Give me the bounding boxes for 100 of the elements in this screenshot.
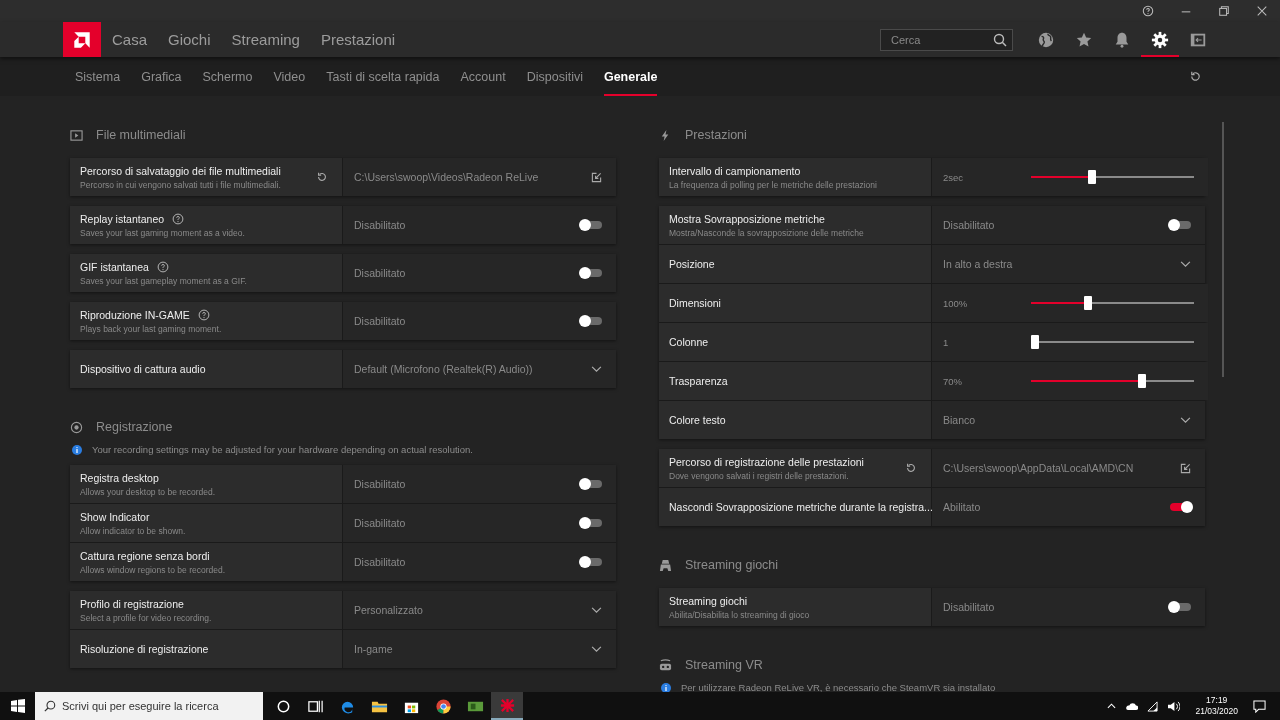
toggle-state: Disabilitato xyxy=(354,556,407,568)
tab[interactable]: Schermo xyxy=(202,57,253,96)
logo-icon[interactable] xyxy=(63,22,101,57)
section-title: Streaming giochi xyxy=(685,558,779,572)
dropdown[interactable]: Personalizzato xyxy=(343,591,616,629)
setting-label: Replay istantaneo xyxy=(80,212,165,225)
notification-icon[interactable] xyxy=(1253,699,1266,713)
dropdown[interactable]: In alto a destra xyxy=(932,245,1205,283)
help-icon[interactable] xyxy=(197,308,210,321)
tab[interactable]: Account xyxy=(460,57,506,96)
setting-description: Saves your last gameplay moment as a GIF. xyxy=(80,275,248,286)
setting-label: Dispositivo di cattura audio xyxy=(80,363,206,375)
setting-description: Allows your desktop to be recorded. xyxy=(80,486,217,497)
toggle-switch[interactable] xyxy=(1170,603,1191,611)
cloud-icon[interactable] xyxy=(1125,701,1139,711)
path-value: C:\Users\swoop\AppData\Local\AMD\CN xyxy=(943,462,1135,474)
toggle-control[interactable]: Disabilitato xyxy=(932,206,1205,244)
setting-label: Streaming giochi xyxy=(669,594,748,607)
tab[interactable]: Dispositivi xyxy=(526,57,583,96)
slider-value: 1 xyxy=(943,336,950,348)
dropdown-value: Default (Microfono (Realtek(R) Audio)) xyxy=(354,363,534,375)
reset-icon[interactable] xyxy=(316,171,328,183)
chevron-icon xyxy=(591,606,602,614)
toggle-state: Disabilitato xyxy=(354,517,407,529)
help-icon[interactable] xyxy=(156,260,169,273)
nav-link[interactable]: Casa xyxy=(112,31,148,48)
setting-label: Nascondi Sovrapposizione metriche durante la registra... xyxy=(669,501,933,513)
toggle-switch[interactable] xyxy=(1170,503,1191,511)
toggle-control[interactable]: Disabilitato xyxy=(932,588,1205,626)
windows-start-icon[interactable] xyxy=(11,699,25,713)
toggle-switch[interactable] xyxy=(581,519,602,527)
clock-date[interactable]: 21/03/2020 xyxy=(1195,706,1238,717)
toggle-switch[interactable] xyxy=(581,317,602,325)
toggle-state: Disabilitato xyxy=(354,478,407,490)
info-text: Per utilizzare Radeon ReLive VR, è necessario che SteamVR sia installato xyxy=(681,682,996,692)
search-field[interactable]: Cerca xyxy=(880,28,1013,51)
toggle-control[interactable]: Disabilitato xyxy=(343,504,616,542)
help-icon[interactable] xyxy=(1142,5,1154,17)
scrollbar[interactable] xyxy=(1222,122,1224,377)
tab[interactable]: Video xyxy=(273,57,306,96)
clock-time[interactable]: 17:19 xyxy=(1206,695,1228,706)
setting-label: Cattura regione senza bordi xyxy=(80,549,210,562)
setting-description: Select a profile for video recording. xyxy=(80,612,213,623)
chevron-icon xyxy=(1180,416,1191,424)
slider-value: 2sec xyxy=(943,171,965,183)
toggle-switch[interactable] xyxy=(581,269,602,277)
tab[interactable]: Sistema xyxy=(75,57,121,96)
toggle-control[interactable]: Disabilitato xyxy=(343,302,616,340)
toggle-switch[interactable] xyxy=(1170,221,1191,229)
reset-icon[interactable] xyxy=(1189,70,1202,83)
setting-description: Saves your last gaming moment as a video. xyxy=(80,227,246,238)
toggle-state: Disabilitato xyxy=(354,315,407,327)
dropdown[interactable]: Bianco xyxy=(932,401,1205,439)
setting-label: Mostra Sovrapposizione metriche xyxy=(669,212,825,225)
taskbar-search-field[interactable]: Scrivi qui per eseguire la ricerca xyxy=(35,692,263,720)
nav-link[interactable]: Giochi xyxy=(168,31,211,48)
toggle-state: Disabilitato xyxy=(943,601,996,613)
setting-label: Profilo di registrazione xyxy=(80,597,184,610)
toggle-control[interactable]: Disabilitato xyxy=(343,465,616,503)
gamepad-icon xyxy=(659,558,672,572)
setting-label: Show Indicator xyxy=(80,510,150,523)
dropdown-value: Personalizzato xyxy=(354,604,424,616)
section-title: Prestazioni xyxy=(685,128,747,142)
setting-description: Allow indicator to be shown. xyxy=(80,525,187,536)
setting-label: GIF istantanea xyxy=(80,260,149,273)
setting-label: Posizione xyxy=(669,258,715,270)
folder-browse-icon[interactable] xyxy=(1180,462,1191,474)
close-icon[interactable] xyxy=(1256,5,1268,17)
setting-description: La frequenza di polling per le metriche delle prestazioni xyxy=(669,179,878,190)
toggle-control[interactable]: Disabilitato xyxy=(343,543,616,581)
path-field[interactable]: C:\Users\swoop\Videos\Radeon ReLive xyxy=(343,158,616,196)
dropdown[interactable]: In-game xyxy=(343,630,616,668)
setting-label: Colonne xyxy=(669,336,709,348)
setting-label: Registra desktop xyxy=(80,471,159,484)
speaker-icon[interactable] xyxy=(1167,700,1181,712)
tab[interactable]: Tasti di scelta rapida xyxy=(326,57,440,96)
chevron-up-icon[interactable] xyxy=(1107,703,1117,709)
toggle-switch[interactable] xyxy=(581,221,602,229)
search-icon xyxy=(993,32,1007,47)
tab[interactable]: Grafica xyxy=(141,57,182,96)
folder-browse-icon[interactable] xyxy=(591,171,602,183)
nav-link[interactable]: Prestazioni xyxy=(320,31,396,48)
toggle-control[interactable]: Disabilitato xyxy=(343,206,616,244)
toggle-control[interactable]: Abilitato xyxy=(932,488,1205,526)
reset-icon[interactable] xyxy=(905,462,917,474)
dropdown[interactable]: Default (Microfono (Realtek(R) Audio)) xyxy=(343,350,616,388)
section-title: Streaming VR xyxy=(685,658,763,672)
restore-icon[interactable] xyxy=(1218,5,1230,17)
setting-description: Allows window regions to be recorded. xyxy=(80,564,227,575)
toggle-switch[interactable] xyxy=(581,558,602,566)
toggle-control[interactable]: Disabilitato xyxy=(343,254,616,292)
toggle-state: Abilitato xyxy=(943,501,982,513)
section-title: File multimediali xyxy=(96,128,186,142)
record-icon xyxy=(70,420,83,434)
path-field[interactable]: C:\Users\swoop\AppData\Local\AMD\CN xyxy=(932,449,1205,487)
toggle-switch[interactable] xyxy=(581,480,602,488)
nav-link[interactable]: Streaming xyxy=(231,31,300,48)
path-value: C:\Users\swoop\Videos\Radeon ReLive xyxy=(354,171,540,183)
setting-description: Abilita/Disabilita lo streaming di gioco xyxy=(669,609,811,620)
help-icon[interactable] xyxy=(172,212,185,225)
